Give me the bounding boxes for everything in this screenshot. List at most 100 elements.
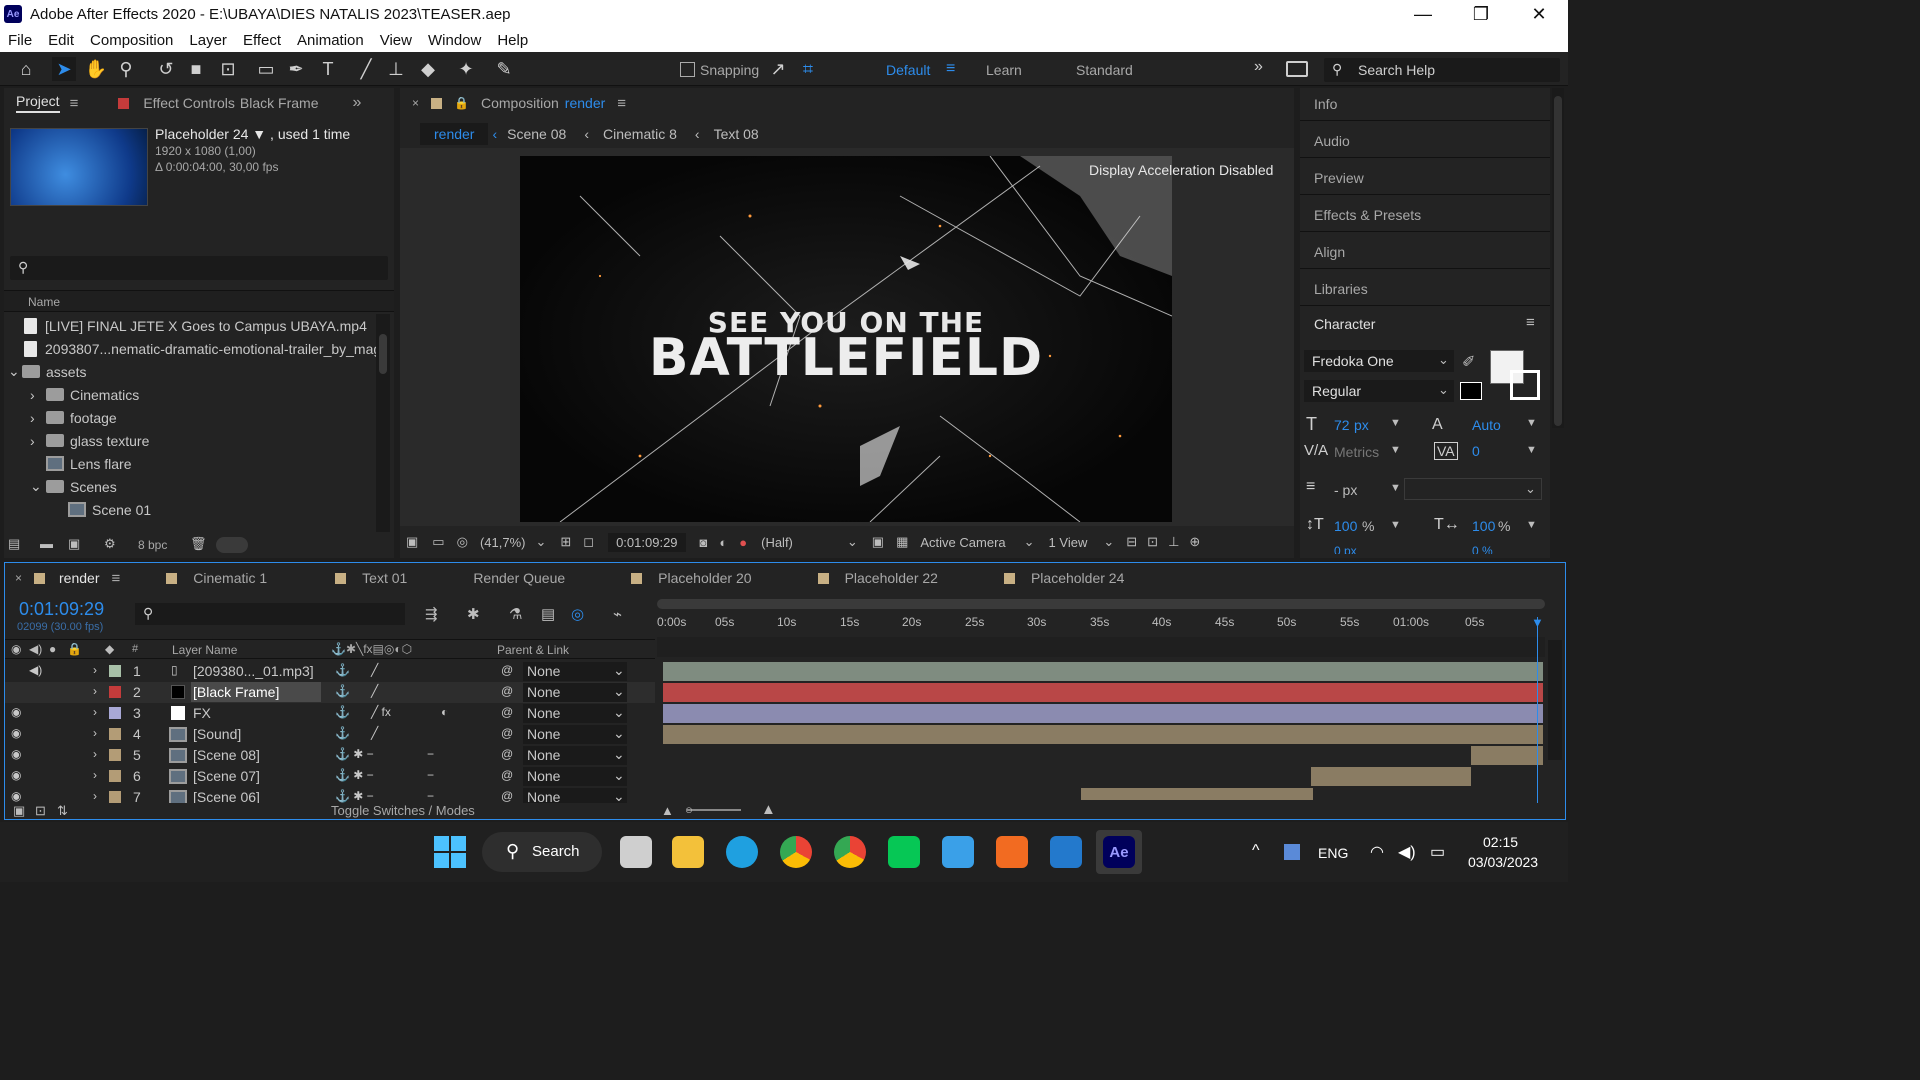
project-settings-icon[interactable]: ⚙ bbox=[104, 536, 116, 552]
pick-whip-icon[interactable]: @ bbox=[501, 768, 513, 782]
menu-window[interactable]: Window bbox=[428, 32, 481, 49]
chevron-right-icon[interactable]: › bbox=[30, 387, 46, 403]
type-tool-icon[interactable]: T bbox=[316, 57, 340, 81]
minimize-button[interactable]: — bbox=[1394, 0, 1452, 28]
maximize-button[interactable]: ❐ bbox=[1452, 0, 1510, 28]
zoom-select[interactable]: (41,7%) bbox=[480, 535, 526, 550]
panel-info[interactable]: Info bbox=[1314, 96, 1337, 112]
expand-icon[interactable]: ⊡ bbox=[35, 803, 46, 819]
playhead-handle-icon[interactable]: ▼ bbox=[1531, 615, 1544, 630]
clock-date[interactable]: 03/03/2023 bbox=[1468, 854, 1538, 870]
selected-item-name[interactable]: Placeholder 24 ▼ , used 1 time bbox=[155, 126, 350, 142]
transfer-icon[interactable]: ⇅ bbox=[57, 803, 68, 819]
chevron-down-icon[interactable]: ▼ bbox=[1526, 519, 1537, 531]
more-workspaces-icon[interactable]: » bbox=[1254, 58, 1263, 76]
sync-settings-icon[interactable] bbox=[1286, 61, 1308, 77]
audio-icon[interactable]: ◀) bbox=[29, 663, 42, 677]
search-help-field[interactable]: ⚲ Search Help bbox=[1324, 58, 1560, 82]
close-button[interactable]: ✕ bbox=[1510, 0, 1568, 28]
chevron-right-icon[interactable]: › bbox=[93, 768, 97, 782]
tracking-value[interactable]: 0 bbox=[1472, 443, 1480, 459]
eraser-tool-icon[interactable]: ◆ bbox=[416, 57, 440, 81]
hand-tool-icon[interactable]: ✋ bbox=[84, 57, 108, 81]
label-color-icon[interactable] bbox=[109, 728, 121, 740]
project-search-input[interactable]: ⚲ bbox=[10, 256, 388, 280]
lock-icon[interactable]: 🔒 bbox=[454, 96, 469, 110]
mask-visibility-icon[interactable]: ◎ bbox=[457, 534, 468, 550]
collapse-switch-icon[interactable]: ⚓ bbox=[335, 663, 350, 677]
panel-menu-icon[interactable]: ≡ bbox=[617, 95, 626, 112]
list-item[interactable]: [LIVE] FINAL JETE X Goes to Campus UBAYA… bbox=[24, 314, 367, 337]
timeline-tab-text-01[interactable]: Text 01 bbox=[362, 570, 407, 586]
name-column-header[interactable]: Name bbox=[28, 295, 60, 309]
scrollbar-thumb[interactable] bbox=[379, 334, 387, 374]
pick-whip-icon[interactable]: @ bbox=[501, 747, 513, 761]
list-item[interactable]: Lens flare bbox=[46, 452, 131, 475]
always-preview-icon[interactable]: ▣ bbox=[406, 534, 418, 550]
menu-help[interactable]: Help bbox=[497, 32, 528, 49]
brush-tool-icon[interactable]: ╱ bbox=[354, 57, 378, 81]
chevron-down-icon[interactable]: ▼ bbox=[1390, 417, 1401, 429]
motion-blur-switch-icon[interactable]: − bbox=[427, 747, 434, 761]
layer-duration-bar[interactable] bbox=[663, 662, 1543, 681]
chevron-down-icon[interactable]: ▼ bbox=[1526, 444, 1537, 456]
notepad-icon[interactable] bbox=[942, 836, 974, 868]
list-item[interactable]: ⌄ Scenes bbox=[30, 475, 117, 498]
table-row[interactable]: ◉ › 5 [Scene 08] ⚓ ✱ − − @ None ⌄ bbox=[5, 745, 655, 766]
layer-duration-bar[interactable] bbox=[1311, 767, 1471, 786]
layer-name[interactable]: FX bbox=[193, 705, 211, 721]
resolution-select[interactable]: (Half) bbox=[761, 535, 793, 550]
interpret-footage-icon[interactable]: ▤ bbox=[8, 536, 20, 552]
toggle-switches-modes[interactable]: Toggle Switches / Modes bbox=[331, 803, 475, 818]
render-time-icon[interactable]: ▣ bbox=[13, 803, 25, 819]
menu-layer[interactable]: Layer bbox=[189, 32, 227, 49]
layer-name[interactable]: [Scene 08] bbox=[193, 747, 260, 763]
table-row[interactable]: ◉ › 3 FX ⚓ ╱ fx ◐ @ None ⌄ bbox=[5, 703, 655, 724]
collapse-switch-icon[interactable]: ⚓ bbox=[335, 705, 350, 719]
battery-icon[interactable]: ▭ bbox=[1430, 842, 1445, 862]
chevron-right-icon[interactable]: › bbox=[93, 726, 97, 740]
reset-exposure-icon[interactable]: ⊟ bbox=[1126, 534, 1137, 550]
adjustment-layer-icon[interactable]: ◐ bbox=[441, 705, 448, 719]
eye-icon[interactable]: ◉ bbox=[11, 726, 21, 740]
zoom-slider[interactable] bbox=[687, 809, 741, 811]
work-area-bar[interactable] bbox=[657, 599, 1545, 609]
list-item[interactable]: › glass texture bbox=[30, 429, 149, 452]
panel-overflow-icon[interactable]: » bbox=[352, 94, 361, 112]
3d-view-icon[interactable]: ⊡ bbox=[1147, 534, 1158, 550]
chevron-down-icon[interactable]: ⌄ bbox=[847, 534, 858, 550]
tray-app-icon[interactable] bbox=[1284, 844, 1300, 860]
panel-audio[interactable]: Audio bbox=[1314, 133, 1350, 149]
frame-blending-icon[interactable]: ▤ bbox=[541, 605, 555, 623]
list-item[interactable]: › footage bbox=[30, 406, 117, 429]
after-effects-taskbar-button[interactable]: Ae bbox=[1096, 830, 1142, 874]
timeline-scrollbar[interactable] bbox=[1548, 640, 1562, 760]
close-tab-icon[interactable]: × bbox=[412, 96, 419, 110]
delete-icon[interactable]: 🗑 bbox=[190, 536, 207, 552]
bit-depth[interactable]: 8 bpc bbox=[138, 538, 167, 552]
tsume-value[interactable]: 0 % bbox=[1472, 544, 1493, 554]
views-select[interactable]: 1 View bbox=[1049, 535, 1088, 550]
volume-icon[interactable]: ◀) bbox=[1398, 842, 1416, 862]
wifi-icon[interactable]: ◠ bbox=[1370, 842, 1384, 862]
chevron-down-icon[interactable]: ⌄ bbox=[30, 478, 46, 495]
baseline-shift-value[interactable]: 0 px bbox=[1334, 544, 1357, 554]
chevron-down-icon[interactable]: ▼ bbox=[1526, 417, 1537, 429]
breadcrumb-render[interactable]: render bbox=[420, 123, 489, 145]
list-item[interactable]: › Cinematics bbox=[30, 383, 139, 406]
panel-menu-icon[interactable]: ≡ bbox=[1526, 314, 1535, 331]
stroke-type-select[interactable]: ⌄ bbox=[1404, 478, 1542, 500]
roto-brush-tool-icon[interactable]: ✦ bbox=[454, 57, 478, 81]
camera-icon[interactable]: ◙ bbox=[700, 535, 708, 550]
zoom-in-icon[interactable]: ▲ bbox=[761, 801, 776, 818]
list-item[interactable]: ⌄ assets bbox=[8, 360, 86, 383]
timeline-tab-cinematic-1[interactable]: Cinematic 1 bbox=[193, 570, 267, 586]
table-row[interactable]: ◉ › 7 [Scene 06] ⚓ ✱ − − @ None ⌄ bbox=[5, 787, 655, 803]
timeline-tab-placeholder-22[interactable]: Placeholder 22 bbox=[845, 570, 938, 586]
zoom-out-icon[interactable]: ▲ bbox=[661, 803, 674, 818]
transparency-grid-icon[interactable]: ▦ bbox=[896, 534, 908, 550]
layer-search-input[interactable]: ⚲ bbox=[135, 603, 405, 625]
chevron-right-icon[interactable]: › bbox=[93, 789, 97, 803]
scrollbar-thumb[interactable] bbox=[1554, 96, 1562, 426]
region-icon[interactable]: ◻ bbox=[583, 534, 594, 550]
